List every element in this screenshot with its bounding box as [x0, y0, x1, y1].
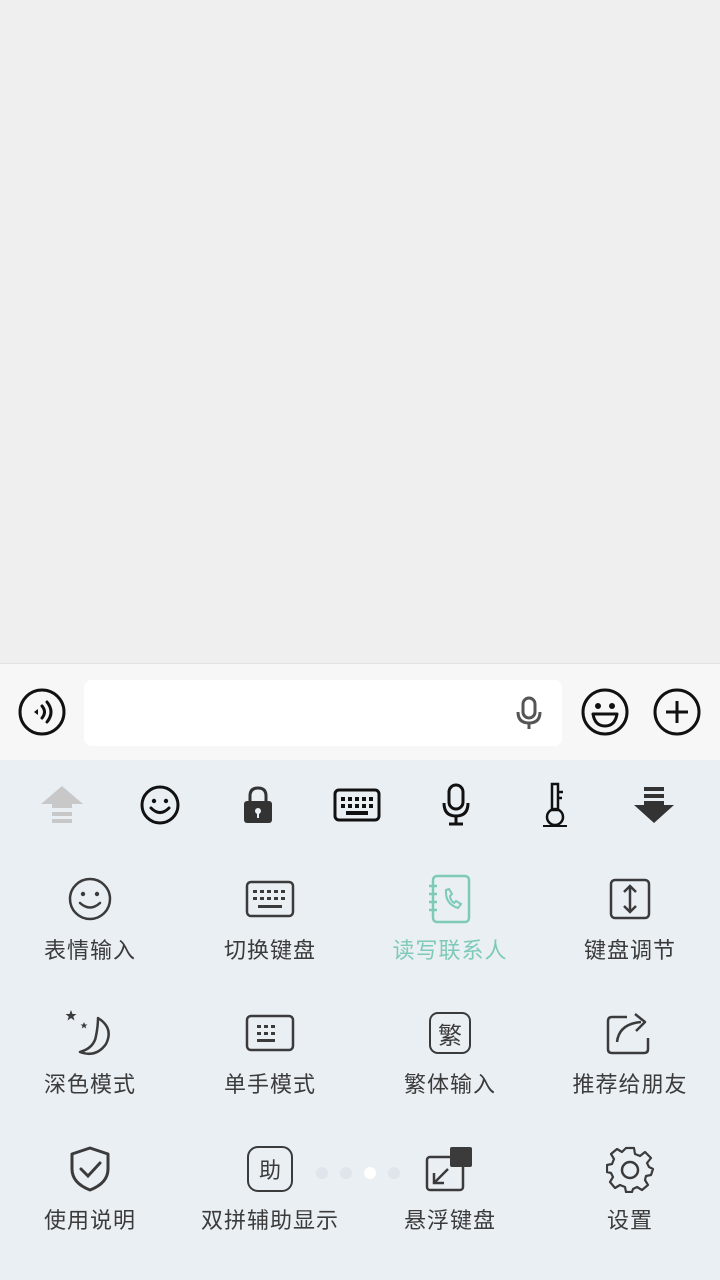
page-dot[interactable] — [316, 1167, 328, 1179]
tile-label: 深色模式 — [43, 1073, 136, 1098]
tile-label: 键盘调节 — [583, 939, 676, 964]
keyboard-panel: 表情输入 切换键盘 读写联系人 键盘调节 深色模式 单手模式 繁 繁体输入 推荐… — [0, 760, 720, 1280]
tile-label: 使用说明 — [43, 1209, 136, 1234]
keyboard-icon — [244, 873, 296, 925]
tile-keyboard-adjust[interactable]: 键盘调节 — [540, 873, 720, 993]
tile-label: 单手模式 — [223, 1073, 316, 1098]
tile-shuangpin-assist[interactable]: 助 双拼辅助显示 — [180, 1143, 360, 1263]
tile-label: 繁体输入 — [403, 1073, 496, 1098]
traditional-char-icon: 繁 — [424, 1007, 476, 1059]
tile-traditional-input[interactable]: 繁 繁体输入 — [360, 1007, 540, 1127]
tile-label: 读写联系人 — [392, 939, 508, 964]
message-input[interactable] — [84, 680, 562, 746]
tile-floating-keyboard[interactable]: 悬浮键盘 — [360, 1143, 540, 1263]
arrow-down-icon[interactable] — [629, 780, 679, 830]
page-dot-current[interactable] — [364, 1167, 376, 1179]
page-indicator — [316, 1167, 402, 1181]
smile-emoji-icon[interactable] — [581, 688, 629, 736]
arrow-up-icon[interactable] — [37, 780, 87, 830]
page-dot[interactable] — [388, 1167, 400, 1179]
contacts-book-icon — [424, 873, 476, 925]
resize-vertical-icon — [604, 873, 656, 925]
tile-switch-keyboard[interactable]: 切换键盘 — [180, 873, 360, 993]
tile-emoji-input[interactable]: 表情输入 — [0, 873, 180, 993]
tile-one-hand-mode[interactable]: 单手模式 — [180, 1007, 360, 1127]
tile-instructions[interactable]: 使用说明 — [0, 1143, 180, 1263]
tile-recommend-friends[interactable]: 推荐给朋友 — [540, 1007, 720, 1127]
tile-label: 推荐给朋友 — [572, 1073, 688, 1098]
smiley-icon[interactable] — [135, 780, 185, 830]
voice-wave-icon[interactable] — [18, 688, 66, 736]
tile-label: 设置 — [606, 1209, 653, 1234]
tile-read-write-contacts[interactable]: 读写联系人 — [360, 873, 540, 993]
chat-area — [0, 0, 720, 663]
tile-label: 表情输入 — [43, 939, 136, 964]
keyboard-icon[interactable] — [332, 780, 382, 830]
microphone-icon[interactable] — [431, 780, 481, 830]
gear-icon — [604, 1143, 656, 1195]
lock-icon[interactable] — [233, 780, 283, 830]
tile-settings[interactable]: 设置 — [540, 1143, 720, 1263]
tile-dark-mode[interactable]: 深色模式 — [0, 1007, 180, 1127]
input-bar — [0, 663, 720, 760]
microphone-icon[interactable] — [514, 696, 544, 730]
small-keyboard-icon — [244, 1007, 296, 1059]
assist-char-glyph: 助 — [247, 1146, 293, 1192]
traditional-char-glyph: 繁 — [429, 1012, 471, 1054]
tile-label: 悬浮键盘 — [403, 1209, 496, 1234]
tile-label: 双拼辅助显示 — [200, 1209, 339, 1234]
key-icon[interactable] — [530, 780, 580, 830]
plus-icon[interactable] — [653, 688, 701, 736]
share-icon — [604, 1007, 656, 1059]
shield-check-icon — [64, 1143, 116, 1195]
smiley-icon — [64, 873, 116, 925]
moon-stars-icon — [64, 1007, 116, 1059]
assist-char-icon: 助 — [244, 1143, 296, 1195]
page-dot[interactable] — [340, 1167, 352, 1179]
floating-keyboard-icon — [424, 1143, 476, 1195]
tile-label: 切换键盘 — [223, 939, 316, 964]
